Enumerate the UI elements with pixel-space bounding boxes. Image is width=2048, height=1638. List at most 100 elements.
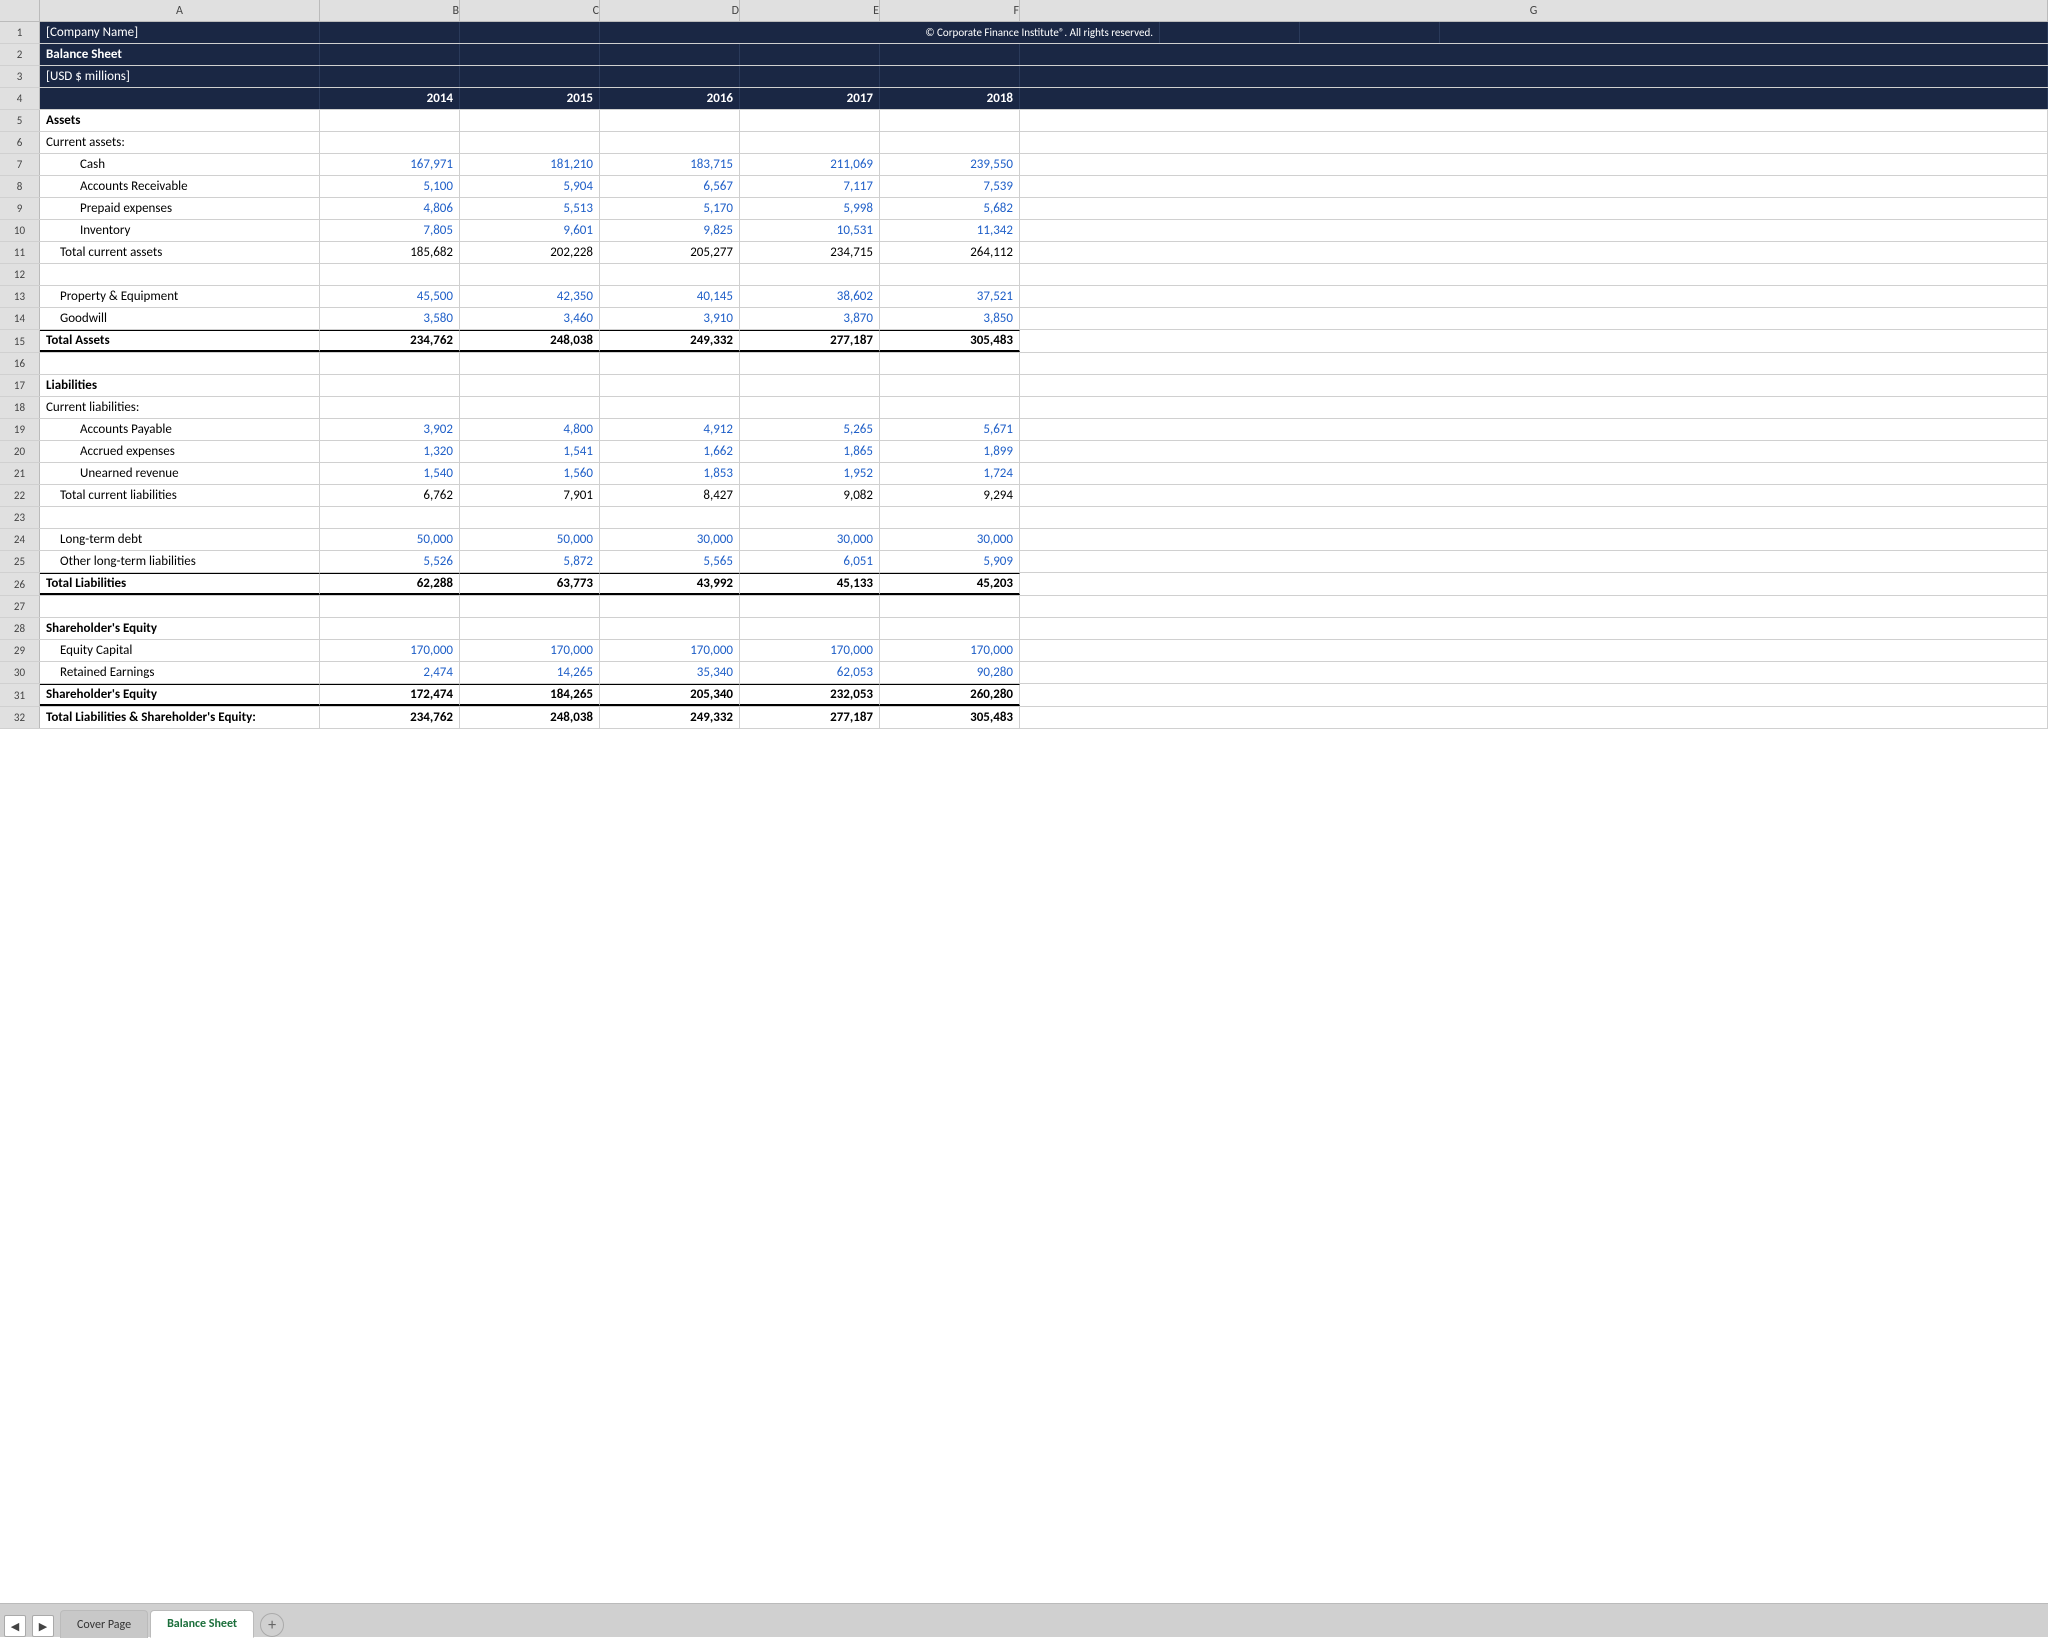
cell-26-f[interactable]: 45,203 [880,573,1020,595]
cell-30-f[interactable]: 90,280 [880,662,1020,683]
cell-1-f[interactable] [1300,22,1440,43]
cell-9-d[interactable]: 5,170 [600,198,740,219]
cell-29-f[interactable]: 170,000 [880,640,1020,661]
cell-12-b[interactable] [320,264,460,285]
cell-25-e[interactable]: 6,051 [740,551,880,572]
cell-3-f[interactable] [880,66,1020,87]
cell-22-g[interactable] [1020,485,2048,506]
cell-30-b[interactable]: 2,474 [320,662,460,683]
cell-27-f[interactable] [880,596,1020,617]
cell-8-b[interactable]: 5,100 [320,176,460,197]
cell-21-e[interactable]: 1,952 [740,463,880,484]
cell-16-f[interactable] [880,353,1020,374]
cell-19-f[interactable]: 5,671 [880,419,1020,440]
cell-5-e[interactable] [740,110,880,131]
cell-17-d[interactable] [600,375,740,396]
cell-1-d[interactable]: © Corporate Finance Institute®. All righ… [600,22,1160,43]
cell-10-b[interactable]: 7,805 [320,220,460,241]
cell-3-g[interactable] [1020,66,2048,87]
cell-23-c[interactable] [460,507,600,528]
cell-24-e[interactable]: 30,000 [740,529,880,550]
cell-2-f[interactable] [880,44,1020,65]
cell-15-a[interactable]: Total Assets [40,330,320,352]
cell-20-e[interactable]: 1,865 [740,441,880,462]
cell-25-f[interactable]: 5,909 [880,551,1020,572]
cell-24-f[interactable]: 30,000 [880,529,1020,550]
cell-9-g[interactable] [1020,198,2048,219]
cell-24-c[interactable]: 50,000 [460,529,600,550]
cell-11-a[interactable]: Total current assets [40,242,320,263]
cell-29-b[interactable]: 170,000 [320,640,460,661]
cell-31-a[interactable]: Shareholder's Equity [40,684,320,706]
cell-26-g[interactable] [1020,573,2048,595]
cell-9-f[interactable]: 5,682 [880,198,1020,219]
cell-25-g[interactable] [1020,551,2048,572]
cell-11-b[interactable]: 185,682 [320,242,460,263]
cell-26-e[interactable]: 45,133 [740,573,880,595]
cell-25-b[interactable]: 5,526 [320,551,460,572]
cell-26-a[interactable]: Total Liabilities [40,573,320,595]
cell-1-e[interactable] [1160,22,1300,43]
cell-15-e[interactable]: 277,187 [740,330,880,352]
cell-31-b[interactable]: 172,474 [320,684,460,706]
cell-30-d[interactable]: 35,340 [600,662,740,683]
cell-20-a[interactable]: Accrued expenses [40,441,320,462]
cell-11-g[interactable] [1020,242,2048,263]
cell-5-d[interactable] [600,110,740,131]
cell-28-e[interactable] [740,618,880,639]
cell-27-e[interactable] [740,596,880,617]
cell-12-e[interactable] [740,264,880,285]
cell-28-b[interactable] [320,618,460,639]
cell-10-f[interactable]: 11,342 [880,220,1020,241]
cell-32-d[interactable]: 249,332 [600,707,740,728]
cell-16-d[interactable] [600,353,740,374]
cell-18-c[interactable] [460,397,600,418]
cell-6-b[interactable] [320,132,460,153]
cell-16-e[interactable] [740,353,880,374]
tab-next-btn[interactable]: ▶ [32,1615,54,1637]
cell-30-g[interactable] [1020,662,2048,683]
cell-29-d[interactable]: 170,000 [600,640,740,661]
cell-3-b[interactable] [320,66,460,87]
cell-2-g[interactable] [1020,44,2048,65]
cell-4-g[interactable] [1020,88,2048,109]
cell-11-f[interactable]: 264,112 [880,242,1020,263]
cell-23-d[interactable] [600,507,740,528]
cell-9-a[interactable]: Prepaid expenses [40,198,320,219]
cell-32-f[interactable]: 305,483 [880,707,1020,728]
cell-6-c[interactable] [460,132,600,153]
cell-14-f[interactable]: 3,850 [880,308,1020,329]
cell-6-d[interactable] [600,132,740,153]
cell-29-a[interactable]: Equity Capital [40,640,320,661]
cell-8-f[interactable]: 7,539 [880,176,1020,197]
tab-balance-sheet[interactable]: Balance Sheet [150,1610,254,1638]
cell-24-g[interactable] [1020,529,2048,550]
cell-4-f[interactable]: 2018 [880,88,1020,109]
cell-17-e[interactable] [740,375,880,396]
cell-31-f[interactable]: 260,280 [880,684,1020,706]
cell-7-c[interactable]: 181,210 [460,154,600,175]
cell-4-d[interactable]: 2016 [600,88,740,109]
cell-23-e[interactable] [740,507,880,528]
cell-4-b[interactable]: 2014 [320,88,460,109]
cell-26-b[interactable]: 62,288 [320,573,460,595]
cell-7-f[interactable]: 239,550 [880,154,1020,175]
cell-6-f[interactable] [880,132,1020,153]
cell-31-g[interactable] [1020,684,2048,706]
cell-14-a[interactable]: Goodwill [40,308,320,329]
cell-32-e[interactable]: 277,187 [740,707,880,728]
cell-6-g[interactable] [1020,132,2048,153]
cell-15-d[interactable]: 249,332 [600,330,740,352]
cell-23-b[interactable] [320,507,460,528]
col-header-g[interactable]: G [1020,0,2048,21]
cell-23-f[interactable] [880,507,1020,528]
cell-26-d[interactable]: 43,992 [600,573,740,595]
cell-18-b[interactable] [320,397,460,418]
cell-28-a[interactable]: Shareholder's Equity [40,618,320,639]
cell-22-c[interactable]: 7,901 [460,485,600,506]
cell-27-d[interactable] [600,596,740,617]
col-header-c[interactable]: C [460,0,600,21]
cell-23-g[interactable] [1020,507,2048,528]
cell-17-a[interactable]: Liabilities [40,375,320,396]
cell-21-f[interactable]: 1,724 [880,463,1020,484]
